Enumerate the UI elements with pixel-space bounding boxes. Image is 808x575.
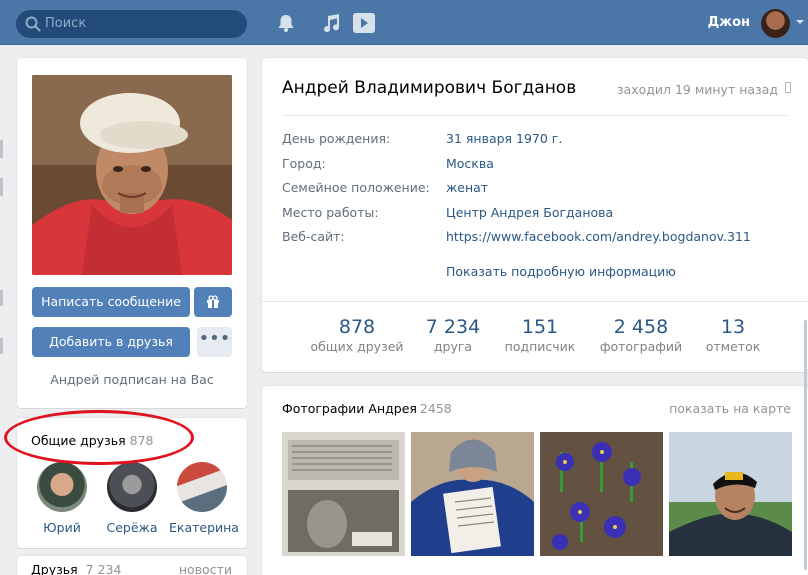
counter-label: отметок <box>705 339 761 354</box>
counter-label: друга <box>433 339 473 354</box>
counter-followers[interactable]: 151 подписчик <box>490 316 590 354</box>
edge-mark <box>0 178 3 196</box>
avatar <box>37 462 87 512</box>
photos-count: 2458 <box>419 401 452 416</box>
avatar[interactable] <box>761 9 790 38</box>
info-value[interactable]: Москва <box>446 156 494 171</box>
friends-title[interactable]: Друзья 7 234 <box>31 562 121 575</box>
search-input[interactable]: Поиск <box>16 10 247 38</box>
friend-item[interactable]: Серёжа <box>99 462 165 535</box>
man-cap-photo <box>669 432 792 556</box>
friend-name: Серёжа <box>106 520 158 535</box>
info-value[interactable]: https://www.facebook.com/andrey.bogdanov… <box>446 229 751 244</box>
edge-mark <box>0 290 3 306</box>
info-label: День рождения: <box>282 131 391 146</box>
chevron-down-icon[interactable] <box>796 20 804 24</box>
photos-card: Фотографии Андрея 2458 показать на карте <box>262 386 808 575</box>
gift-button[interactable] <box>194 287 232 317</box>
friend-name: Юрий <box>43 520 81 535</box>
counter-value: 878 <box>338 316 376 338</box>
mutual-friends-title[interactable]: Общие друзья 878 <box>31 433 153 448</box>
counter-label: общих друзей <box>310 339 404 354</box>
counter-value: 7 234 <box>425 316 481 338</box>
bell-icon[interactable] <box>274 12 298 34</box>
scrollbar[interactable] <box>804 320 807 570</box>
friend-item[interactable]: Юрий <box>29 462 95 535</box>
last-seen-status: заходил 19 минут назад <box>616 82 778 97</box>
edge-mark <box>0 338 3 354</box>
counter-friends[interactable]: 7 234 друга <box>403 316 503 354</box>
mutual-friends-count: 878 <box>129 433 154 448</box>
photo-thumbnail[interactable] <box>669 432 792 556</box>
page-title: Андрей Владимирович Богданов <box>282 78 577 98</box>
subscribed-note: Андрей подписан на Вас <box>50 372 214 387</box>
photo-thumbnail[interactable] <box>540 432 663 556</box>
more-actions-button[interactable]: ••• <box>197 327 232 357</box>
info-value[interactable]: Центр Андрея Богданова <box>446 205 613 220</box>
avatar <box>107 462 157 512</box>
counter-value: 151 <box>521 316 559 338</box>
counter-photos[interactable]: 2 458 фотографий <box>591 316 691 354</box>
woman-newspaper-photo <box>411 432 534 556</box>
profile-card: Написать сообщение Добавить в друзья •••… <box>17 58 247 408</box>
counter-mutual-friends[interactable]: 878 общих друзей <box>307 316 407 354</box>
add-friend-button[interactable]: Добавить в друзья <box>32 327 190 357</box>
profile-photo-image <box>32 75 232 275</box>
search-placeholder: Поиск <box>45 16 87 31</box>
mutual-friends-label: Общие друзья <box>31 433 126 448</box>
mutual-friends-card: Общие друзья 878 Юрий Серёжа Екатерина <box>17 418 247 548</box>
friends-label: Друзья <box>31 562 78 575</box>
counter-value: 2 458 <box>613 316 669 338</box>
friend-name: Екатерина <box>169 520 239 535</box>
profile-info-card: Андрей Владимирович Богданов заходил 19 … <box>262 58 808 372</box>
friends-card: Друзья 7 234 новости <box>17 556 247 575</box>
show-on-map-link[interactable]: показать на карте <box>669 401 791 416</box>
news-link[interactable]: новости <box>179 562 232 575</box>
music-icon[interactable] <box>319 12 343 34</box>
friend-item[interactable]: Екатерина <box>169 462 239 535</box>
gift-icon <box>207 295 219 308</box>
photos-label: Фотографии Андрея <box>282 401 417 416</box>
photo-thumbnail[interactable] <box>411 432 534 556</box>
counter-label: фотографий <box>599 339 683 354</box>
play-icon[interactable] <box>352 12 376 34</box>
counter-value: 13 <box>720 316 746 338</box>
top-bar: Поиск Джон <box>0 0 808 45</box>
info-value[interactable]: 31 января 1970 г. <box>446 131 562 146</box>
iris-flowers-photo <box>540 432 663 556</box>
search-icon <box>25 16 41 32</box>
divider <box>282 115 788 116</box>
info-label: Город: <box>282 156 326 171</box>
send-message-button[interactable]: Написать сообщение <box>32 287 190 317</box>
avatar <box>177 462 227 512</box>
counter-label: подписчик <box>504 339 576 354</box>
user-name[interactable]: Джон <box>708 15 750 30</box>
profile-photo[interactable] <box>32 75 232 275</box>
photos-title[interactable]: Фотографии Андрея 2458 <box>282 401 452 416</box>
divider <box>262 301 808 302</box>
mobile-icon <box>785 82 791 93</box>
photo-thumbnail[interactable] <box>282 432 405 556</box>
counter-tags[interactable]: 13 отметок <box>683 316 783 354</box>
info-value[interactable]: женат <box>446 180 488 195</box>
info-label: Веб-сайт: <box>282 229 345 244</box>
edge-mark <box>0 140 3 158</box>
newspaper-photo <box>282 432 405 556</box>
info-label: Место работы: <box>282 205 379 220</box>
show-details-link[interactable]: Показать подробную информацию <box>446 264 676 279</box>
friends-count: 7 234 <box>85 562 122 575</box>
info-label: Семейное положение: <box>282 180 430 195</box>
